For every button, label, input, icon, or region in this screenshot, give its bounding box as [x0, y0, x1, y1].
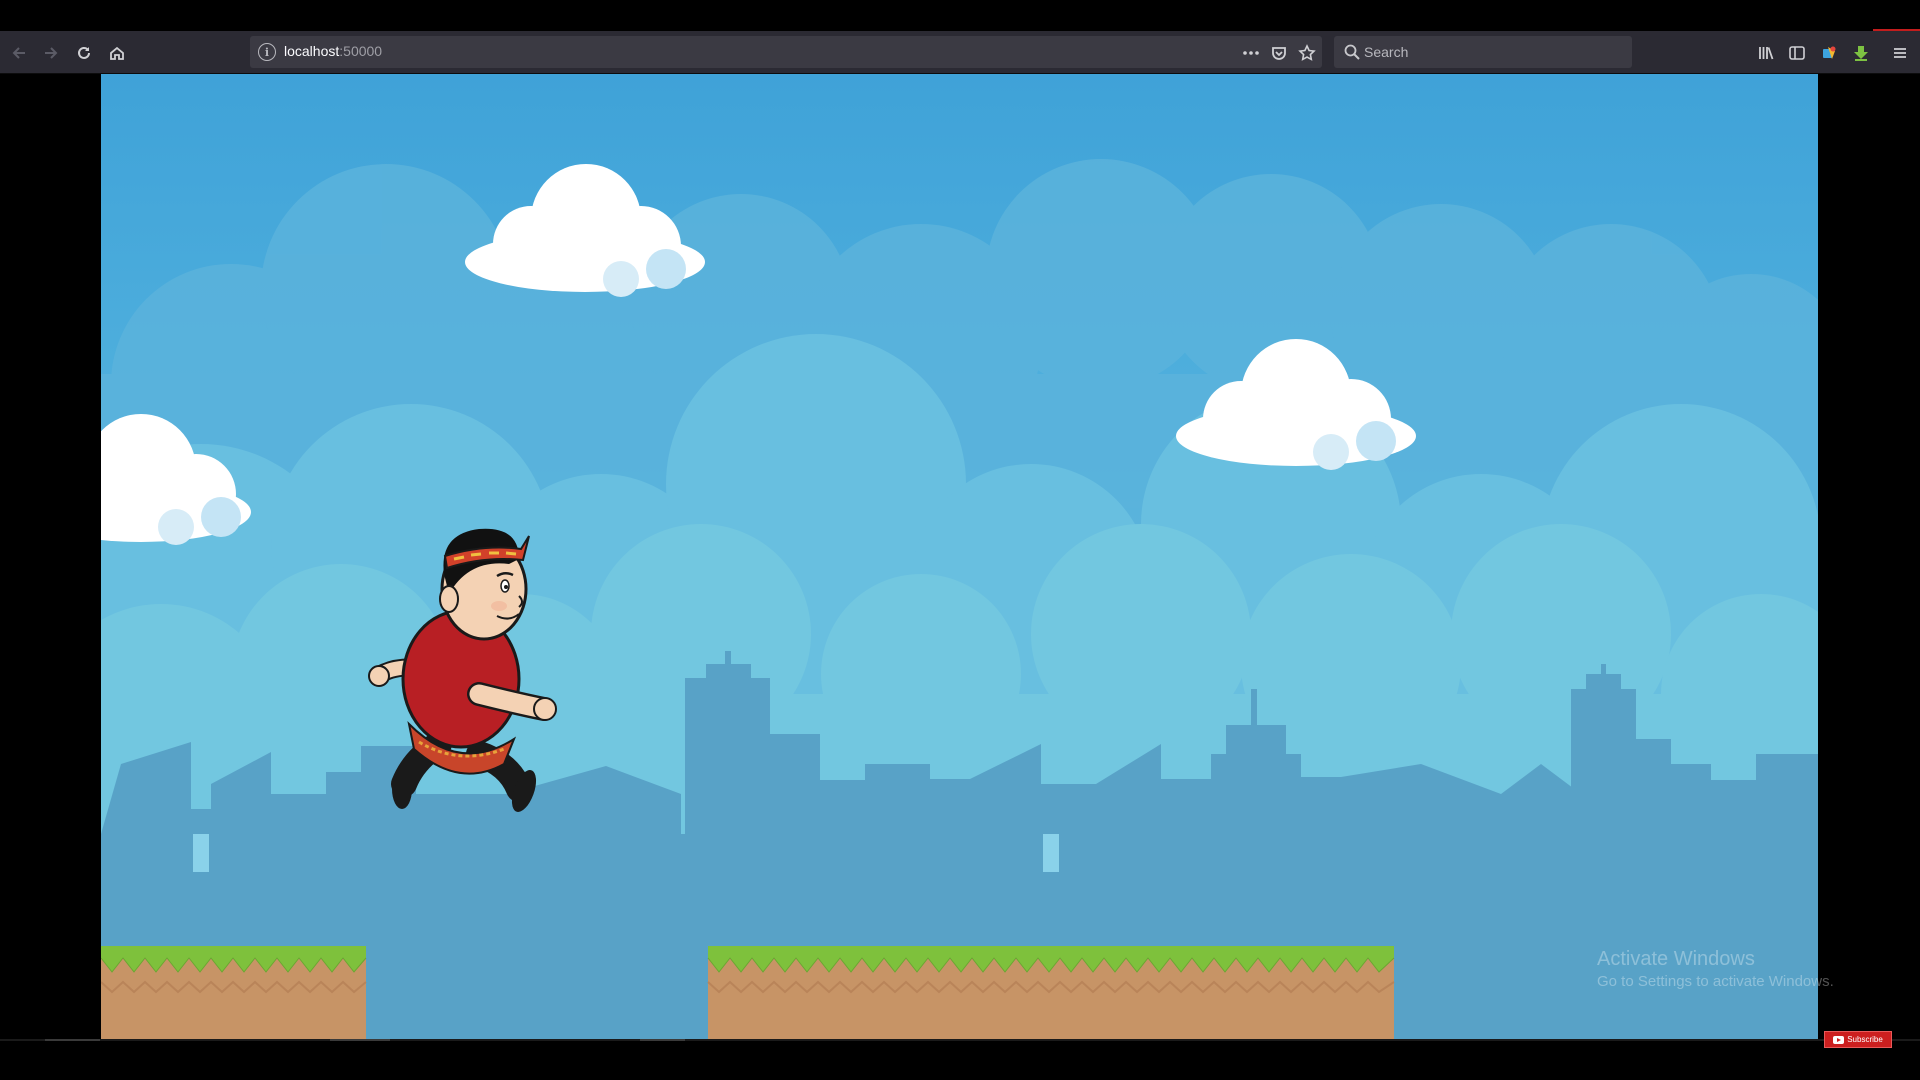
subscribe-label: Subscribe: [1847, 1035, 1883, 1044]
cloud-top: [465, 164, 705, 297]
download-icon[interactable]: [1848, 40, 1874, 66]
hamburger-menu-icon[interactable]: [1887, 40, 1913, 66]
reload-icon[interactable]: [71, 40, 97, 66]
progress-segment: [330, 1039, 390, 1041]
url-text[interactable]: localhost:50000: [284, 43, 382, 59]
library-icon[interactable]: [1753, 40, 1779, 66]
game-canvas[interactable]: [101, 74, 1818, 1039]
extension-icon[interactable]: [1816, 40, 1842, 66]
video-progress-bar[interactable]: [0, 1039, 1920, 1041]
address-bar[interactable]: i localhost:50000: [250, 36, 1322, 68]
platform-middle: [707, 946, 1395, 1039]
forward-arrow-icon[interactable]: [38, 40, 64, 66]
building-window: [193, 834, 209, 872]
pocket-icon[interactable]: [1268, 42, 1290, 64]
search-icon: [1343, 43, 1361, 61]
url-port: :50000: [339, 43, 383, 59]
youtube-play-icon: [1833, 1035, 1845, 1044]
activate-windows-watermark: Activate Windows Go to Settings to activ…: [1597, 948, 1834, 990]
subscribe-button[interactable]: Subscribe: [1824, 1031, 1892, 1048]
more-dots-icon[interactable]: [1240, 42, 1262, 64]
back-arrow-icon[interactable]: [6, 40, 32, 66]
url-host: localhost: [284, 43, 340, 59]
sidebar-icon[interactable]: [1784, 40, 1810, 66]
star-icon[interactable]: [1296, 42, 1318, 64]
screen-bottom-letterbox: [0, 1039, 1920, 1080]
info-icon[interactable]: i: [258, 43, 276, 61]
home-icon[interactable]: [104, 40, 130, 66]
watermark-subtitle: Go to Settings to activate Windows.: [1597, 973, 1834, 990]
search-bar[interactable]: [1334, 36, 1632, 68]
search-input[interactable]: [1364, 40, 1624, 64]
watermark-title: Activate Windows: [1597, 948, 1755, 970]
screen-top-letterbox: [0, 0, 1920, 31]
progress-segment: [45, 1039, 100, 1041]
building-window: [1043, 834, 1059, 872]
progress-segment: [640, 1039, 685, 1041]
game-scene: [101, 159, 1818, 1039]
platform-left: [101, 946, 367, 1039]
